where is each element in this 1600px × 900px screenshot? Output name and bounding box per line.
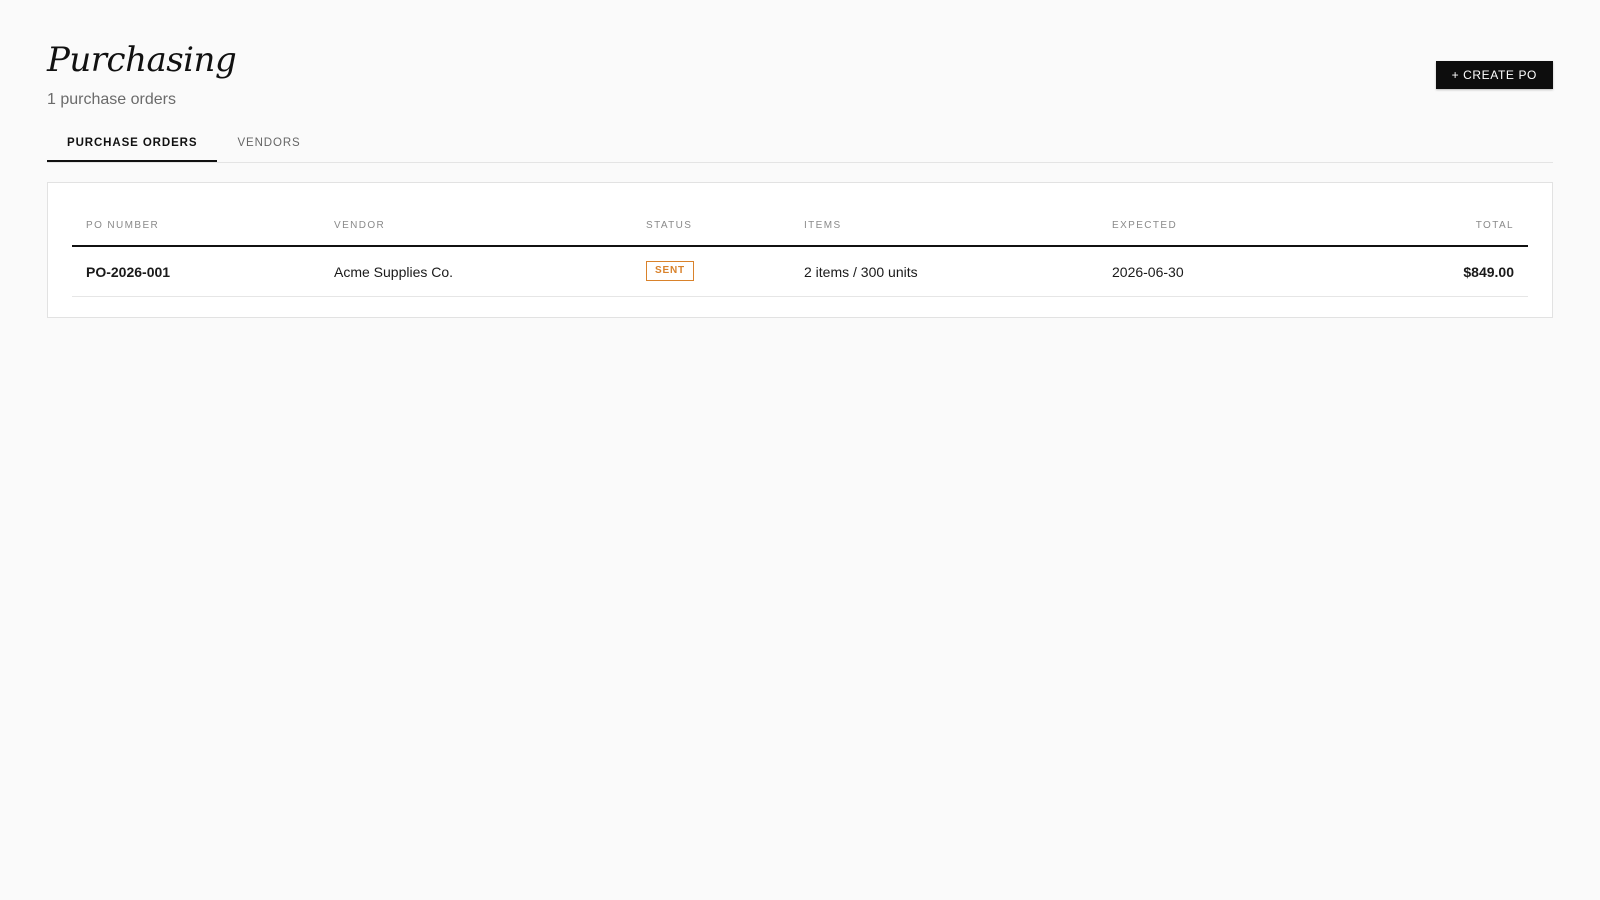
tab-purchase-orders[interactable]: PURCHASE ORDERS: [47, 128, 218, 162]
page-subtitle: 1 purchase orders: [47, 91, 176, 108]
table-row[interactable]: PO-2026-001 Acme Supplies Co. SENT 2 ite…: [72, 247, 1528, 297]
tab-vendors[interactable]: VENDORS: [217, 128, 320, 162]
expected-date-cell: 2026-06-30: [1112, 264, 1184, 280]
page-title: Purchasing: [47, 40, 237, 80]
column-header-total[interactable]: TOTAL: [1476, 220, 1514, 232]
purchasing-page: Purchasing 1 purchase orders + CREATE PO…: [47, 0, 1553, 318]
column-header-vendor[interactable]: VENDOR: [334, 220, 385, 232]
table-header: PO NUMBER VENDOR STATUS ITEMS EXPECTED T…: [72, 207, 1528, 247]
po-number-cell[interactable]: PO-2026-001: [86, 263, 170, 281]
vendor-cell: Acme Supplies Co.: [334, 264, 454, 280]
column-header-expected[interactable]: EXPECTED: [1112, 220, 1177, 232]
purchase-orders-card: PO NUMBER VENDOR STATUS ITEMS EXPECTED T…: [47, 182, 1553, 318]
column-header-po-number[interactable]: PO NUMBER: [86, 220, 159, 232]
create-po-button[interactable]: + CREATE PO: [1435, 61, 1553, 89]
column-header-status[interactable]: STATUS: [646, 220, 692, 232]
total-cell: $849.00: [1463, 264, 1514, 280]
tab-bar: PURCHASE ORDERS VENDORS: [47, 128, 1553, 163]
purchase-orders-table: PO NUMBER VENDOR STATUS ITEMS EXPECTED T…: [72, 207, 1528, 297]
items-cell: 2 items / 300 units: [804, 264, 918, 280]
page-header: Purchasing 1 purchase orders + CREATE PO: [47, 0, 1553, 120]
status-badge: SENT: [646, 261, 694, 281]
column-header-items[interactable]: ITEMS: [804, 220, 842, 232]
